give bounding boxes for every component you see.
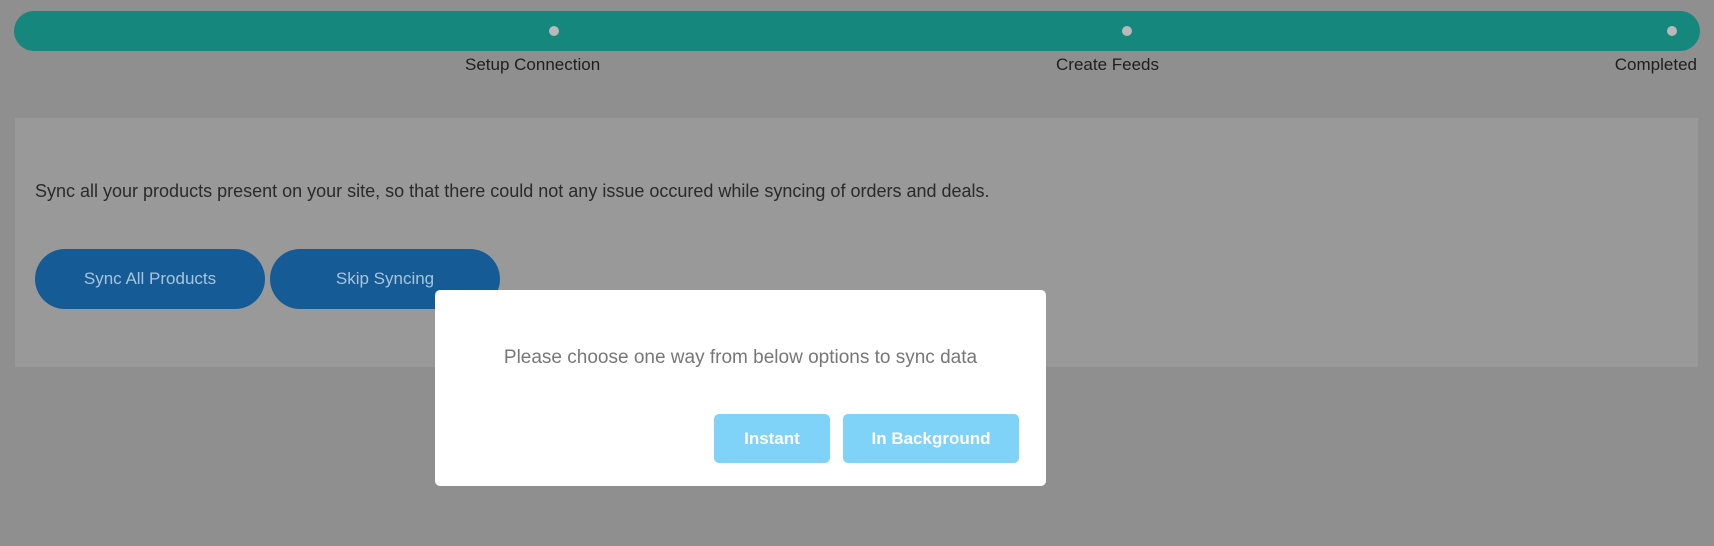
- instant-button[interactable]: Instant: [714, 414, 830, 463]
- progress-bar: [14, 11, 1700, 51]
- in-background-button[interactable]: In Background: [843, 414, 1019, 463]
- sync-all-products-button[interactable]: Sync All Products: [35, 249, 265, 309]
- step-label-create-feeds: Create Feeds: [1056, 55, 1159, 74]
- step-dot-setup-connection: [549, 26, 559, 36]
- step-dot-create-feeds: [1122, 26, 1132, 36]
- step-dot-completed: [1667, 26, 1677, 36]
- modal-message: Please choose one way from below options…: [503, 347, 978, 368]
- step-label-completed: Completed: [1614, 55, 1697, 74]
- step-label-setup-connection: Setup Connection: [465, 55, 601, 74]
- sync-description: Sync all your products present on your s…: [35, 181, 990, 201]
- sync-options-modal: Please choose one way from below options…: [435, 290, 1046, 486]
